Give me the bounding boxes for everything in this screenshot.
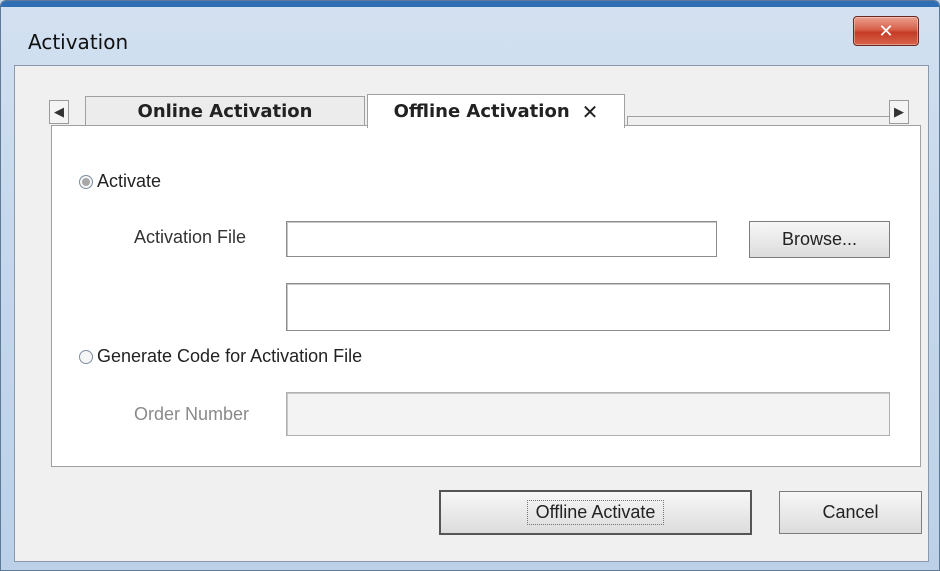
window-top-accent	[1, 1, 939, 7]
chevron-right-icon: ▶	[894, 104, 904, 120]
chevron-left-icon: ◀	[54, 104, 64, 120]
offline-activation-panel: Activate Activation File Browse... Gener…	[51, 125, 921, 467]
activation-file-input[interactable]	[286, 221, 717, 257]
browse-button[interactable]: Browse...	[749, 221, 890, 258]
tab-online-activation[interactable]: Online Activation	[85, 96, 365, 126]
dialog-client-area: ◀ Online Activation Offline Activation ✕…	[14, 65, 929, 562]
tab-scroll-left-button[interactable]: ◀	[49, 100, 69, 124]
radio-selected-dot	[82, 177, 90, 186]
tab-offline-activation[interactable]: Offline Activation ✕	[367, 94, 625, 128]
cancel-button-label: Cancel	[822, 502, 879, 522]
tab-scroll-right-button[interactable]: ▶	[889, 100, 909, 124]
activation-file-path-display	[286, 283, 890, 331]
tab-offline-activation-label: Offline Activation	[393, 101, 570, 122]
activate-option-label: Activate	[97, 171, 162, 191]
activate-option[interactable]: Activate	[79, 171, 161, 192]
generate-code-radio[interactable]	[79, 349, 93, 364]
tab-close-icon[interactable]: ✕	[582, 100, 599, 124]
tab-online-activation-label: Online Activation	[137, 101, 313, 122]
activate-radio[interactable]	[79, 174, 93, 189]
browse-button-label: Browse...	[781, 229, 858, 249]
close-window-button[interactable]: ✕	[853, 16, 919, 46]
generate-code-option-label: Generate Code for Activation File	[97, 346, 363, 366]
close-icon: ✕	[878, 20, 894, 42]
generate-code-option[interactable]: Generate Code for Activation File	[79, 346, 362, 367]
offline-activate-button[interactable]: Offline Activate	[439, 490, 752, 535]
offline-activate-button-label: Offline Activate	[526, 500, 665, 525]
activation-file-label: Activation File	[134, 227, 247, 247]
cancel-button[interactable]: Cancel	[779, 491, 922, 534]
window-title: Activation	[28, 30, 129, 54]
activation-dialog: Activation ✕ ◀ Online Activation Offline…	[0, 0, 940, 571]
order-number-label: Order Number	[134, 404, 250, 424]
order-number-input[interactable]	[286, 392, 890, 436]
